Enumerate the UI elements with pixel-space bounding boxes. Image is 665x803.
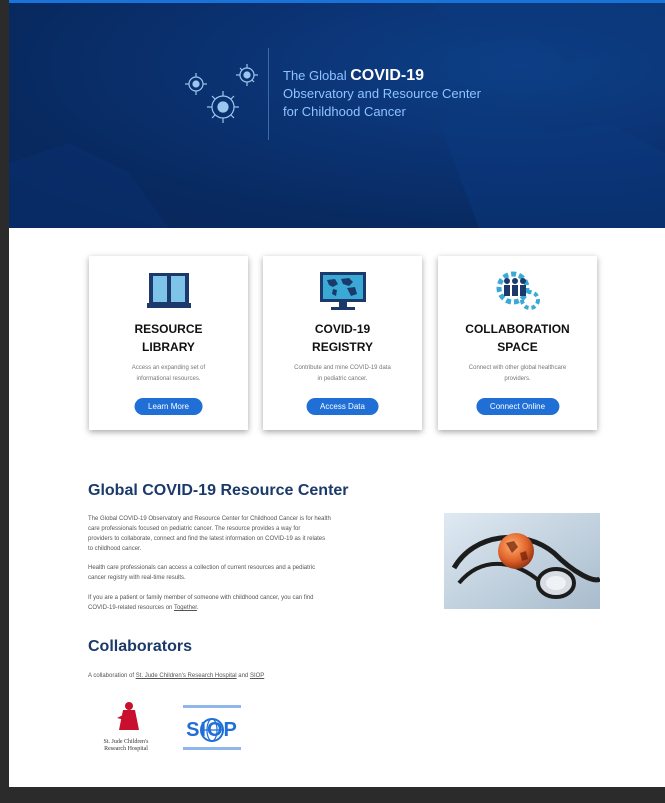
page: The Global COVID-19 Observatory and Reso…	[9, 0, 665, 787]
hero-title-line3: for Childhood Cancer	[283, 104, 406, 119]
collaborators-heading: Collaborators	[88, 638, 193, 655]
st-jude-figure-icon	[117, 702, 139, 730]
card-resource-library: RESOURCE LIBRARY Access an expanding set…	[89, 256, 248, 430]
hero-title-covid: COVID-19	[350, 67, 425, 84]
siop-logo-text: SIOP	[186, 719, 238, 741]
hero-title-prefix: The Global	[283, 68, 347, 83]
siop-logo[interactable]: SIOP	[181, 703, 243, 753]
resource-center-professionals: Health care professionals can access a c…	[88, 565, 316, 581]
card-title: COVID-19 REGISTRY	[312, 322, 373, 354]
card-title: RESOURCE LIBRARY	[134, 322, 203, 354]
card-description: Contribute and mine COVID-19 data in ped…	[294, 365, 391, 382]
learn-more-button[interactable]: Learn More	[134, 398, 203, 415]
st-jude-logo[interactable]: St. Jude Children's Research Hospital	[95, 700, 157, 758]
siop-link[interactable]: SIOP	[250, 673, 264, 679]
connect-online-button[interactable]: Connect Online	[475, 398, 560, 415]
collaborators-text: A collaboration of St. Jude Children's R…	[88, 673, 265, 679]
card-description: Connect with other global healthcare pro…	[468, 365, 567, 382]
hero-banner: The Global COVID-19 Observatory and Reso…	[9, 3, 665, 228]
virus-icon	[185, 64, 258, 123]
st-jude-link[interactable]: St. Jude Children's Research Hospital	[136, 673, 237, 679]
card-covid-registry: COVID-19 REGISTRY Contribute and mine CO…	[263, 256, 422, 430]
together-link[interactable]: Together	[174, 605, 197, 611]
hero-title-line2: Observatory and Resource Center	[283, 86, 481, 101]
resource-center-heading: Global COVID-19 Resource Center	[88, 482, 349, 499]
access-data-button[interactable]: Access Data	[306, 398, 379, 415]
resource-center-intro: The Global COVID-19 Observatory and Reso…	[88, 516, 331, 552]
resource-center-families: If you are a patient or family member of…	[88, 595, 314, 611]
card-description: Access an expanding set of informational…	[131, 365, 206, 382]
hero-title: The Global COVID-19 Observatory and Reso…	[283, 67, 481, 121]
book-icon	[147, 273, 191, 308]
stethoscope-globe-image	[444, 513, 600, 609]
card-collaboration-space: COLLABORATION SPACE Connect with other g…	[438, 256, 597, 430]
people-gears-icon	[496, 271, 540, 310]
hero-divider	[268, 48, 269, 140]
world-monitor-icon	[320, 272, 366, 310]
card-title: COLLABORATION SPACE	[465, 322, 570, 354]
